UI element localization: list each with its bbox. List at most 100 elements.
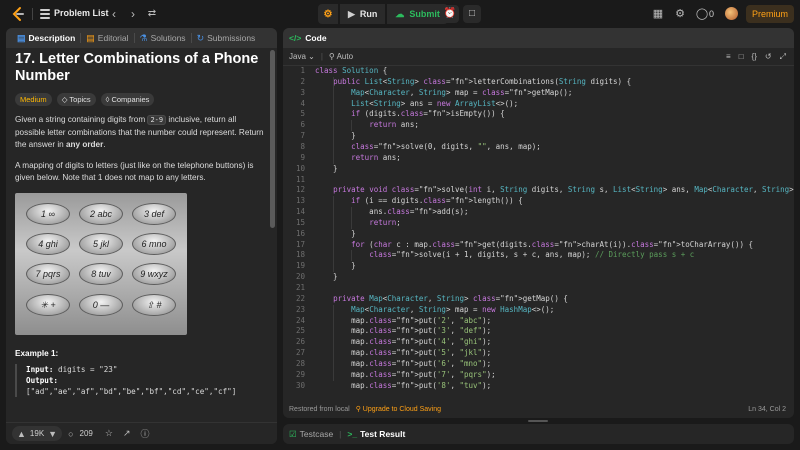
code-line: return; xyxy=(369,217,401,227)
line-number: 24 xyxy=(295,315,305,325)
line-number: 19 xyxy=(295,261,305,271)
auto-label: Auto xyxy=(336,52,354,61)
line-number: 22 xyxy=(295,293,305,303)
description-scrollbar[interactable] xyxy=(270,50,275,228)
language-label: Java xyxy=(289,52,306,61)
bug-icon: ⚙ xyxy=(323,8,333,20)
tab-description[interactable]: ▤ Description xyxy=(12,33,80,44)
code-line: } xyxy=(315,163,338,173)
leetcode-logo-icon[interactable] xyxy=(10,6,26,22)
line-number: 4 xyxy=(300,98,305,108)
submit-label: Submit xyxy=(409,9,440,19)
tab-solutions[interactable]: ⚗ Solutions xyxy=(135,33,191,44)
line-number: 6 xyxy=(300,120,305,130)
run-button[interactable]: ▶ Run xyxy=(340,4,386,24)
code-line: map.class="fn">put('4', "ghi"); xyxy=(315,337,492,347)
badge-row: Medium ◇ Topics ◊ Companies xyxy=(15,93,268,106)
panel-splitter[interactable] xyxy=(283,419,794,423)
tab-submissions[interactable]: ↻ Submissions xyxy=(192,33,261,44)
format-icon[interactable]: ≡ xyxy=(726,52,731,62)
tab-testcase[interactable]: ☑ Testcase xyxy=(289,429,333,440)
debug-button[interactable]: ⚙ xyxy=(318,4,338,24)
code-line: map.class="fn">put('6', "mno"); xyxy=(315,358,492,368)
problem-list-icon[interactable] xyxy=(40,9,50,19)
keypad-key: ⇧ # xyxy=(132,293,176,316)
editor-status-bar: Restored from local ⚲ Upgrade to Cloud S… xyxy=(283,400,794,418)
code-line: public List<String> class="fn">letterCom… xyxy=(333,76,632,86)
fullscreen-icon[interactable]: ⤢ xyxy=(780,52,786,62)
help-icon[interactable]: ⓘ xyxy=(141,427,150,440)
submit-button[interactable]: ☁ Submit xyxy=(387,4,448,24)
code-editor[interactable]: 1 class Solution {2 public List<String> c… xyxy=(283,66,794,400)
code-line: } xyxy=(315,272,338,282)
line-number: 26 xyxy=(295,337,305,347)
line-number: 18 xyxy=(295,250,305,260)
braces-icon[interactable]: {} xyxy=(752,52,757,62)
line-number: 7 xyxy=(300,131,305,141)
line-number: 23 xyxy=(295,304,305,314)
bookmark-icon[interactable]: □ xyxy=(739,52,744,62)
line-number: 1 xyxy=(300,66,305,75)
upgrade-link[interactable]: ⚲ Upgrade to Cloud Saving xyxy=(356,405,441,413)
fire-icon[interactable]: ◯ xyxy=(695,7,709,21)
description-icon: ▤ xyxy=(17,32,26,43)
problem-list-link[interactable]: Problem List xyxy=(54,8,109,18)
cursor-position: Ln 34, Col 2 xyxy=(748,405,786,413)
indent-guide xyxy=(351,120,352,132)
input-value: digits = "23" xyxy=(53,364,118,374)
user-avatar[interactable] xyxy=(725,7,738,20)
notes-button[interactable]: □ xyxy=(463,5,481,23)
prev-problem-button[interactable]: ‹ xyxy=(107,6,121,22)
topics-badge[interactable]: ◇ Topics xyxy=(56,93,96,106)
code-tool-icons: ≡ □ {} ↺ ⤢ xyxy=(726,52,786,62)
line-number: 25 xyxy=(295,326,305,336)
share-icon[interactable]: ↗ xyxy=(123,428,131,439)
premium-button[interactable]: Premium xyxy=(746,5,794,23)
keypad-key: ✳ + xyxy=(26,293,70,316)
lock-icon: ⚲ xyxy=(328,52,335,61)
code-line: if (i == digits.class="fn">length()) { xyxy=(351,196,523,206)
play-icon: ▶ xyxy=(348,8,355,19)
indent-guide xyxy=(333,196,334,273)
submissions-icon: ↻ xyxy=(196,32,205,43)
code-tab-label[interactable]: Code xyxy=(305,33,326,43)
example-title: Example 1: xyxy=(15,348,59,358)
tab-label: Submissions xyxy=(207,33,256,43)
tab-label: Description xyxy=(28,33,76,43)
keypad-key: 1 ∞ xyxy=(26,202,70,225)
code-toolbar: Java ⌄ | ⚲ Auto ≡ □ {} ↺ ⤢ xyxy=(283,48,794,66)
keypad-key: 5 jkl xyxy=(79,232,123,255)
star-icon[interactable]: ☆ xyxy=(105,428,113,439)
code-line: private void class="fn">solve(int i, Str… xyxy=(333,185,794,195)
random-problem-icon[interactable]: ⇄ xyxy=(145,6,159,22)
keypad-key: 4 ghi xyxy=(26,232,70,255)
code-icon: </> xyxy=(289,33,302,43)
thumbs-up-icon[interactable]: ▲ xyxy=(17,429,26,439)
keypad-key: 2 abc xyxy=(79,202,123,225)
code-line: } xyxy=(315,261,356,271)
layout-grid-icon[interactable]: ▦ xyxy=(651,7,665,21)
comment-count: 209 xyxy=(79,429,93,438)
run-submit-group: ⚙ ▶ Run ☁ Submit xyxy=(318,4,448,24)
reset-icon[interactable]: ↺ xyxy=(765,52,772,62)
difficulty-badge: Medium xyxy=(15,93,52,106)
auto-complete-toggle[interactable]: ⚲ Auto xyxy=(329,52,353,61)
test-result-label: Test Result xyxy=(360,429,406,439)
next-problem-button[interactable]: › xyxy=(126,6,140,22)
line-number: 29 xyxy=(295,369,305,379)
statement-text: Given a string containing digits from xyxy=(15,115,148,124)
timer-button[interactable]: ⏰ xyxy=(441,5,459,23)
keypad-key: 8 tuv xyxy=(79,262,123,285)
settings-gear-icon[interactable]: ⚙ xyxy=(673,7,687,21)
line-number: 9 xyxy=(300,152,305,162)
solutions-icon: ⚗ xyxy=(139,32,148,43)
language-select[interactable]: Java ⌄ xyxy=(289,52,315,61)
thumbs-down-icon[interactable]: ▼ xyxy=(48,429,57,439)
comment-icon[interactable]: ○ xyxy=(68,429,73,439)
line-number: 14 xyxy=(295,207,305,217)
companies-badge[interactable]: ◊ Companies xyxy=(100,93,155,106)
tab-test-result[interactable]: >_ Test Result xyxy=(347,429,405,439)
line-number: 8 xyxy=(300,141,305,151)
problem-title: 17. Letter Combinations of a Phone Numbe… xyxy=(15,51,259,84)
tab-editorial[interactable]: ▤ Editorial xyxy=(81,33,133,44)
